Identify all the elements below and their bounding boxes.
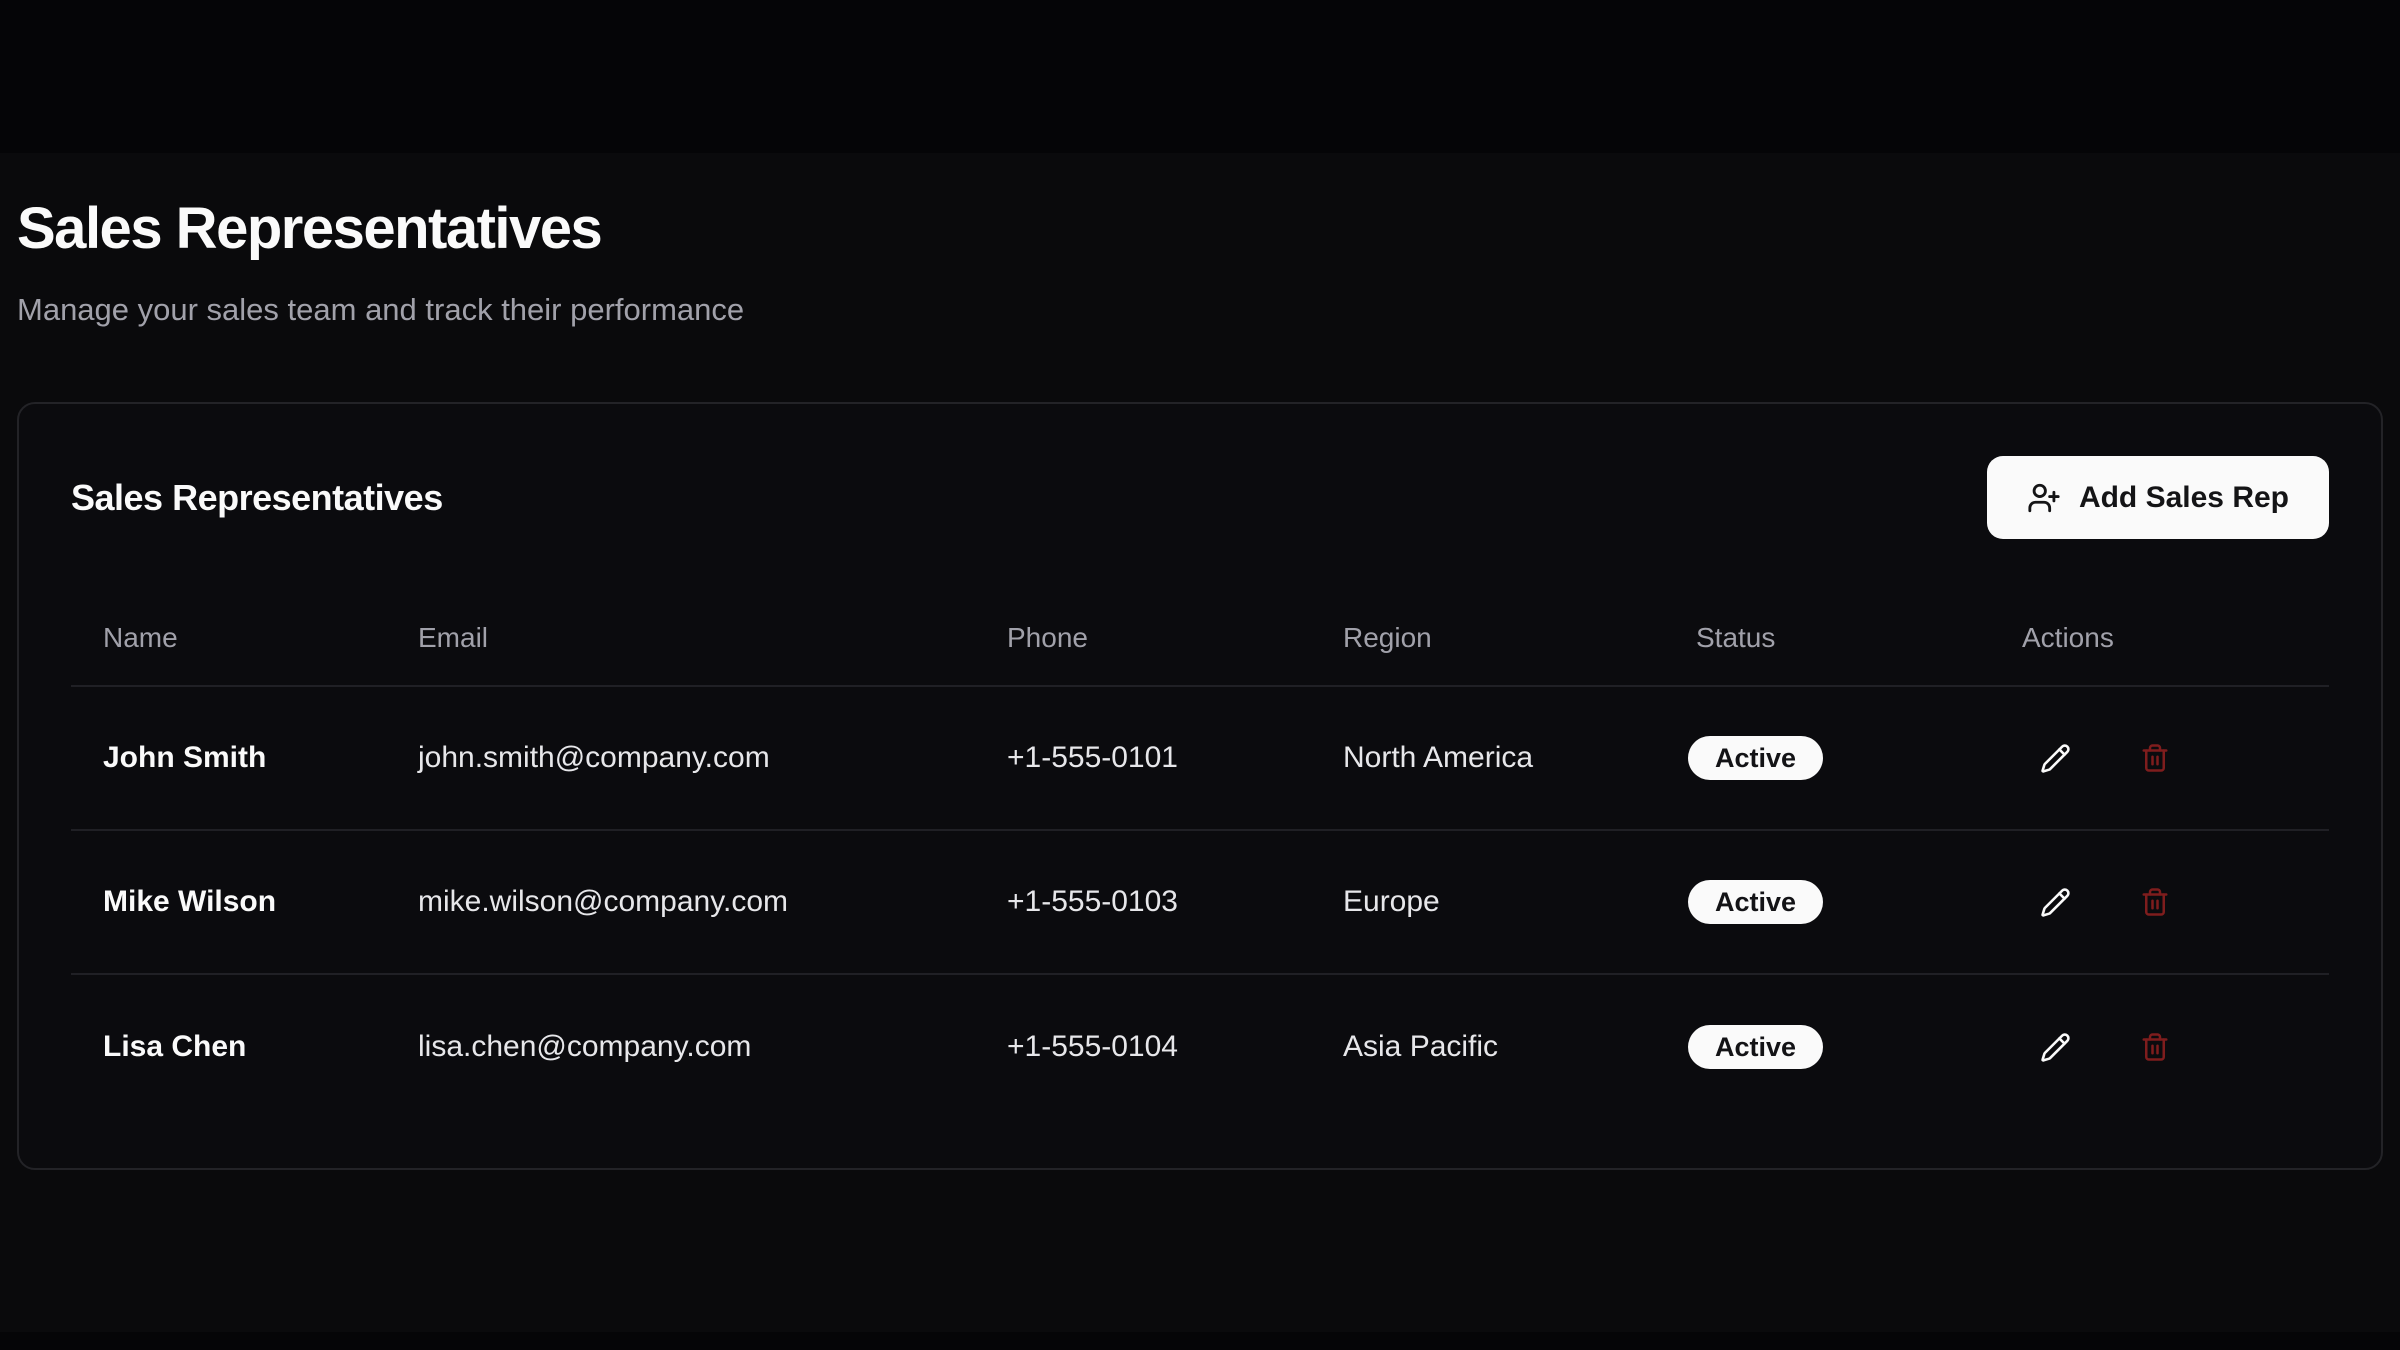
cell-email: lisa.chen@company.com (386, 1030, 975, 1064)
trash-icon (2140, 887, 2170, 917)
table-row: John Smith john.smith@company.com +1-555… (71, 687, 2329, 831)
trash-icon (2140, 743, 2170, 773)
edit-button[interactable] (2032, 735, 2079, 782)
pencil-icon (2040, 743, 2071, 774)
table-row: Lisa Chen lisa.chen@company.com +1-555-0… (71, 975, 2329, 1119)
sales-representatives-page: Sales Representatives Manage your sales … (0, 0, 2400, 1170)
card-title: Sales Representatives (71, 477, 443, 519)
cell-email: john.smith@company.com (386, 741, 975, 775)
column-header-status: Status (1664, 622, 1990, 654)
column-header-phone: Phone (975, 622, 1311, 654)
cell-actions (1990, 1024, 2331, 1071)
table-header-row: Name Email Phone Region Status Actions (71, 590, 2329, 687)
column-header-name: Name (71, 622, 386, 654)
page-subtitle: Manage your sales team and track their p… (17, 288, 2383, 333)
cell-name: Lisa Chen (71, 1030, 386, 1064)
delete-button[interactable] (2131, 735, 2178, 782)
page-bottom-band (0, 1332, 2400, 1350)
cell-status: Active (1664, 1025, 1990, 1069)
cell-region: Asia Pacific (1311, 1030, 1664, 1064)
add-sales-rep-button[interactable]: Add Sales Rep (1987, 456, 2329, 539)
cell-actions (1990, 735, 2331, 782)
delete-button[interactable] (2131, 1024, 2178, 1071)
status-badge: Active (1688, 1025, 1823, 1069)
cell-status: Active (1664, 880, 1990, 924)
cell-phone: +1-555-0103 (975, 885, 1311, 919)
edit-button[interactable] (2032, 1024, 2079, 1071)
pencil-icon (2040, 1032, 2071, 1063)
column-header-region: Region (1311, 622, 1664, 654)
cell-phone: +1-555-0101 (975, 741, 1311, 775)
card-header: Sales Representatives Add Sales Rep (71, 456, 2329, 539)
edit-button[interactable] (2032, 879, 2079, 926)
cell-email: mike.wilson@company.com (386, 885, 975, 919)
cell-phone: +1-555-0104 (975, 1030, 1311, 1064)
add-sales-rep-label: Add Sales Rep (2079, 481, 2289, 515)
column-header-actions: Actions (1990, 622, 2331, 654)
cell-name: John Smith (71, 741, 386, 775)
column-header-email: Email (386, 622, 975, 654)
page-title: Sales Representatives (17, 193, 2383, 266)
user-plus-icon (2027, 481, 2061, 515)
cell-name: Mike Wilson (71, 885, 386, 919)
cell-region: North America (1311, 741, 1664, 775)
table-row: Mike Wilson mike.wilson@company.com +1-5… (71, 831, 2329, 975)
cell-actions (1990, 879, 2331, 926)
status-badge: Active (1688, 880, 1823, 924)
trash-icon (2140, 1032, 2170, 1062)
status-badge: Active (1688, 736, 1823, 780)
pencil-icon (2040, 887, 2071, 918)
sales-reps-card: Sales Representatives Add Sales Rep Name… (17, 402, 2383, 1170)
cell-status: Active (1664, 736, 1990, 780)
cell-region: Europe (1311, 885, 1664, 919)
sales-reps-table: Name Email Phone Region Status Actions J… (71, 590, 2329, 1119)
delete-button[interactable] (2131, 879, 2178, 926)
